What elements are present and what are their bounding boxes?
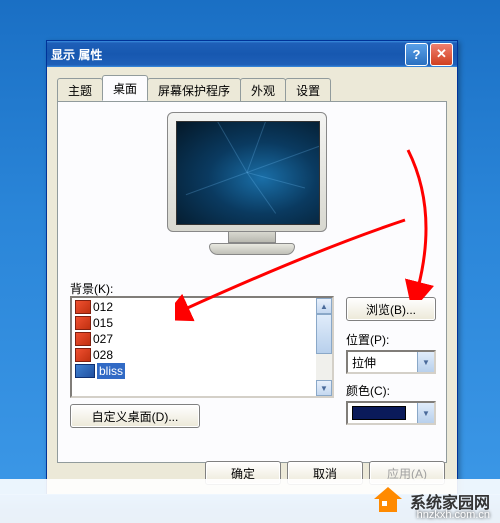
file-icon xyxy=(75,332,91,346)
browse-button[interactable]: 浏览(B)... xyxy=(346,297,436,321)
display-properties-dialog: 显示 属性 ? ✕ 主题 桌面 屏幕保护程序 外观 设置 xyxy=(46,40,458,496)
background-listbox[interactable]: 012 015 027 028 bliss ▲ ▼ xyxy=(70,296,334,398)
chevron-down-icon[interactable]: ▼ xyxy=(417,352,434,372)
monitor-screen xyxy=(176,121,320,225)
list-item[interactable]: 028 xyxy=(73,347,331,363)
tab-appearance[interactable]: 外观 xyxy=(240,78,286,102)
tab-settings[interactable]: 设置 xyxy=(285,78,331,102)
monitor-preview xyxy=(167,112,337,262)
color-label: 颜色(C): xyxy=(346,382,436,399)
list-item[interactable]: 015 xyxy=(73,315,331,331)
list-item-selected[interactable]: bliss xyxy=(73,363,331,379)
position-combo[interactable]: 拉伸 ▼ xyxy=(346,350,436,374)
tab-desktop[interactable]: 桌面 xyxy=(102,75,148,101)
scroll-up-button[interactable]: ▲ xyxy=(316,298,332,314)
titlebar[interactable]: 显示 属性 ? ✕ xyxy=(47,41,457,67)
window-title: 显示 属性 xyxy=(51,46,102,63)
file-icon xyxy=(75,348,91,362)
list-item[interactable]: 012 xyxy=(73,299,331,315)
house-icon xyxy=(374,487,402,515)
tab-screensaver[interactable]: 屏幕保护程序 xyxy=(147,78,241,102)
file-icon xyxy=(75,300,91,314)
close-button[interactable]: ✕ xyxy=(430,43,453,66)
file-icon xyxy=(75,316,91,330)
listbox-scrollbar[interactable]: ▲ ▼ xyxy=(316,298,332,396)
file-icon xyxy=(75,364,95,378)
tab-theme[interactable]: 主题 xyxy=(57,78,103,102)
tabstrip: 主题 桌面 屏幕保护程序 外观 设置 xyxy=(47,67,457,101)
color-combo[interactable]: ▼ xyxy=(346,401,436,425)
tab-panel-desktop: 背景(K): 012 015 027 028 bliss ▲ ▼ 浏览(B)..… xyxy=(57,101,447,463)
position-label: 位置(P): xyxy=(346,331,436,348)
chevron-down-icon[interactable]: ▼ xyxy=(417,403,434,423)
scroll-thumb[interactable] xyxy=(316,314,332,354)
color-swatch xyxy=(352,406,406,420)
watermark-url: hnzkxh.com.cn xyxy=(417,509,490,521)
list-item[interactable]: 027 xyxy=(73,331,331,347)
customize-desktop-button[interactable]: 自定义桌面(D)... xyxy=(70,404,200,428)
help-button[interactable]: ? xyxy=(405,43,428,66)
scroll-down-button[interactable]: ▼ xyxy=(316,380,332,396)
background-label: 背景(K): xyxy=(70,280,113,297)
